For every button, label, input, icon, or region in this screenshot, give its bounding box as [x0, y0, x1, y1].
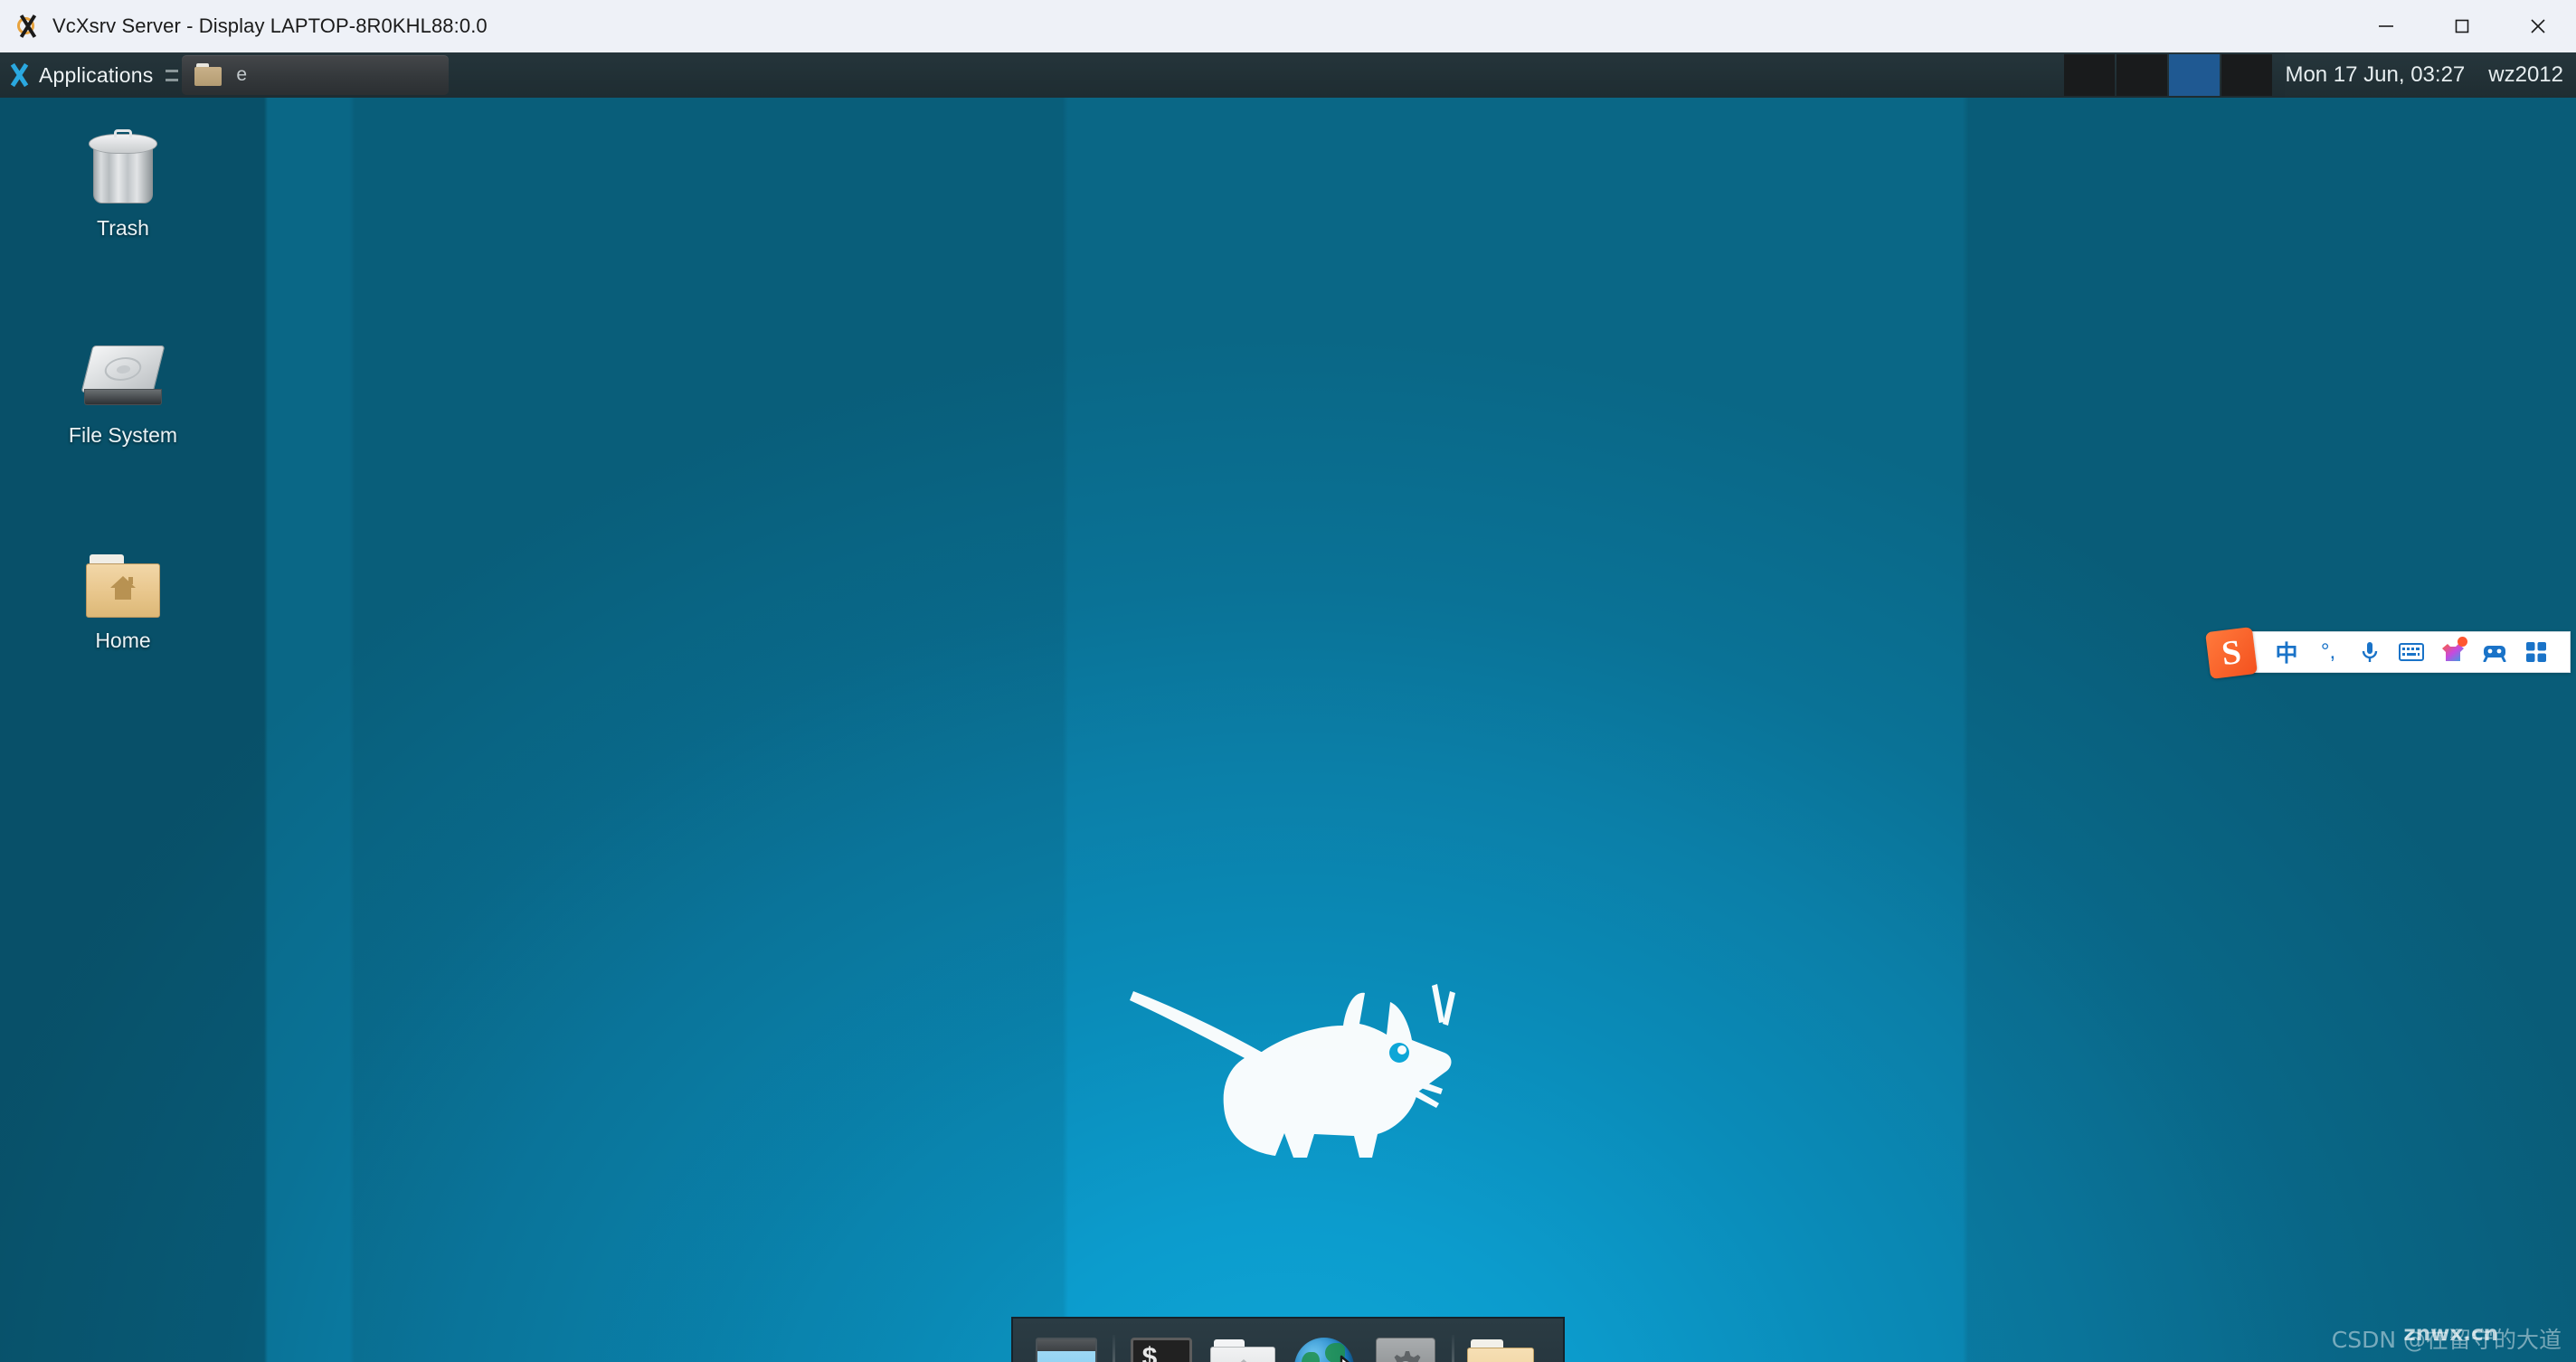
terminal-icon[interactable]: $ [1127, 1333, 1196, 1362]
dock-separator [1113, 1335, 1115, 1362]
home-folder-icon [84, 554, 162, 620]
xfce-mouse-logo [1130, 984, 1455, 1158]
window-title: VcXsrv Server - Display LAPTOP-8R0KHL88:… [52, 14, 488, 37]
folder-icon [194, 63, 223, 87]
x-display-area: Applications e Mon 17 Jun, 03:27 wz2012 … [0, 52, 2576, 1362]
virtual-keyboard-icon[interactable] [2391, 632, 2432, 672]
desktop-icon-trash[interactable]: Trash [37, 129, 209, 241]
applications-menu-label: Applications [39, 62, 154, 87]
skin-theme-icon[interactable] [2432, 632, 2474, 672]
settings-gear-icon[interactable] [1371, 1333, 1440, 1362]
close-button[interactable] [2500, 0, 2576, 52]
panel-right-padding [2272, 52, 2285, 98]
panel-spacer [449, 52, 2064, 98]
vcxsrv-server-window: VcXsrv Server - Display LAPTOP-8R0KHL88:… [0, 0, 2576, 1362]
dock-separator [1452, 1335, 1454, 1362]
znwx-watermark: znwx.cn [2403, 1322, 2498, 1346]
file-manager-icon[interactable] [1208, 1333, 1277, 1362]
workspace-4[interactable] [2221, 54, 2273, 96]
punctuation-icon[interactable]: °, [2307, 632, 2349, 672]
titlebar-left: VcXsrv Server - Display LAPTOP-8R0KHL88:… [0, 13, 2348, 40]
workspace-3[interactable] [2169, 54, 2221, 96]
desktop-icon-file-system[interactable]: File System [37, 342, 209, 448]
window-titlebar: VcXsrv Server - Display LAPTOP-8R0KHL88:… [0, 0, 2576, 52]
panel-drag-handle-icon[interactable] [162, 52, 182, 98]
desktop-icon-label: Home [95, 629, 151, 652]
workspace-switcher [2064, 52, 2273, 98]
toolbox-icon[interactable] [2515, 632, 2557, 672]
task-button-label: e [236, 64, 248, 85]
trash-icon [86, 129, 160, 207]
sogou-toolbar-items: 中 °, [2266, 632, 2557, 672]
task-button-e[interactable]: e [182, 55, 450, 95]
microphone-icon[interactable] [2349, 632, 2391, 672]
web-browser-icon[interactable] [1290, 1333, 1359, 1362]
workspace-1[interactable] [2064, 54, 2116, 96]
game-mode-icon[interactable] [2474, 632, 2515, 672]
clock-label[interactable]: Mon 17 Jun, 03:27 [2285, 62, 2465, 88]
sogou-input-method-toolbar: S 中 °, [2205, 627, 2571, 679]
sogou-logo-icon[interactable]: S [2205, 627, 2258, 679]
panel-clock-area: Mon 17 Jun, 03:27 wz2012 [2285, 52, 2576, 98]
maximize-button[interactable] [2424, 0, 2500, 52]
workspace-2[interactable] [2117, 54, 2168, 96]
chinese-mode-icon[interactable]: 中 [2266, 632, 2307, 672]
skin-theme-badge [2458, 637, 2467, 647]
folder-icon[interactable] [1466, 1333, 1535, 1362]
xfce-x-logo-icon [7, 62, 31, 88]
minimize-button[interactable] [2348, 0, 2424, 52]
desktop-icon-label: Trash [97, 216, 149, 240]
desktop-dock: $ [1011, 1317, 1565, 1362]
xfce-top-panel: Applications e Mon 17 Jun, 03:27 wz2012 [0, 52, 2576, 98]
window-tasklist: e [182, 52, 450, 98]
app-finder-icon[interactable] [1032, 1333, 1101, 1362]
desktop-icon-home[interactable]: Home [37, 554, 209, 653]
desktop-icon-label: File System [68, 423, 178, 447]
terminal-prompt-glyph: $ [1141, 1344, 1159, 1362]
hard-disk-icon [80, 342, 166, 414]
punctuation-glyph: °, [2320, 639, 2336, 664]
chinese-mode-glyph: 中 [2275, 641, 2298, 667]
applications-menu-button[interactable]: Applications [0, 52, 162, 98]
vcxsrv-x-icon [14, 13, 42, 40]
username-label[interactable]: wz2012 [2488, 62, 2563, 88]
